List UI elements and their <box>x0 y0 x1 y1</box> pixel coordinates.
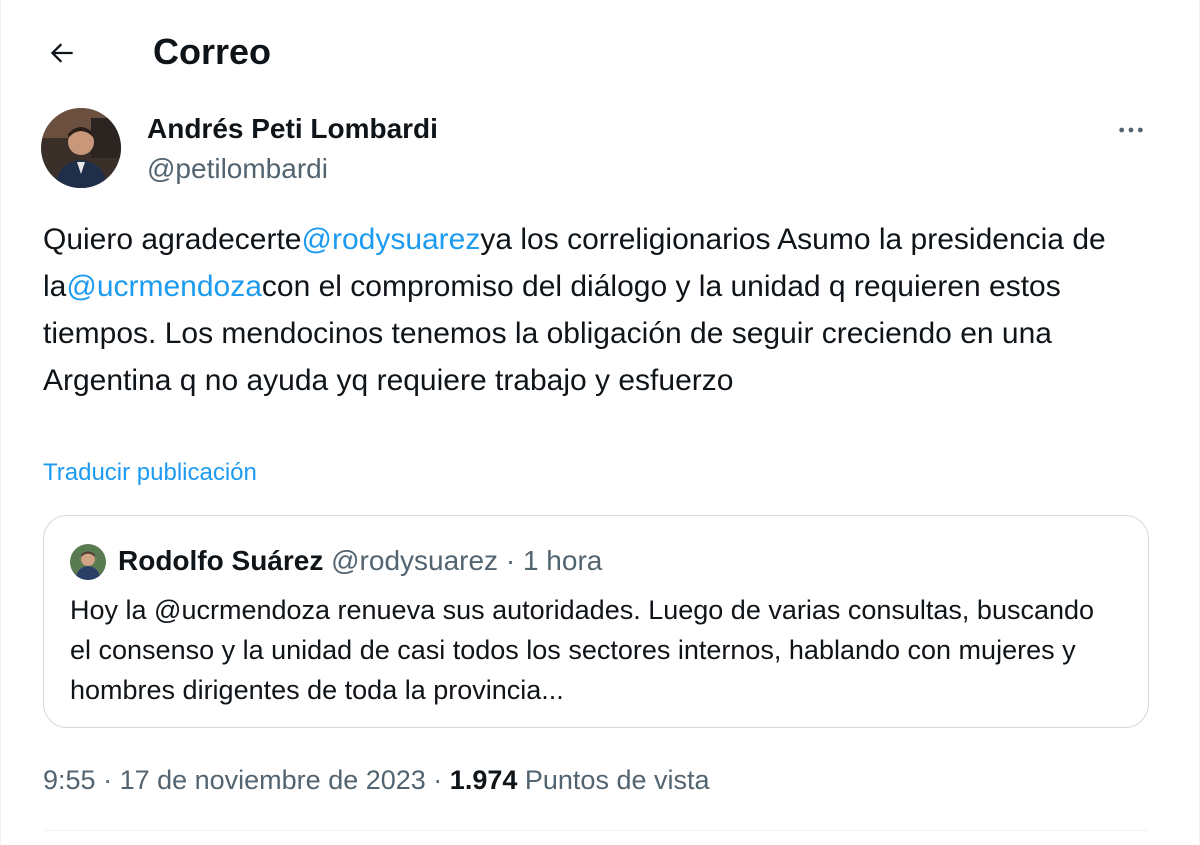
quoted-post-card[interactable]: Rodolfo Suárez @rodysuarez · 1 hora Hoy … <box>43 515 1149 728</box>
quote-header: Rodolfo Suárez @rodysuarez · 1 hora <box>118 542 602 580</box>
post-text: Quiero agradecerte@rodysuarezya los corr… <box>43 216 1163 404</box>
post-text-part: Quiero agradecerte <box>43 223 302 256</box>
mention-link-rodysuarez[interactable]: @rodysuarez <box>302 223 481 256</box>
post-time[interactable]: 9:55 <box>43 765 96 795</box>
quote-author-photo <box>70 544 106 580</box>
translate-post-link[interactable]: Traducir publicación <box>43 458 257 488</box>
author-name[interactable]: Andrés Peti Lombardi <box>147 112 438 146</box>
views-label: Puntos de vista <box>524 765 710 795</box>
post-detail-view: Correo Andrés Peti Lombardi @petilombard… <box>0 0 1200 845</box>
author-handle[interactable]: @petilombardi <box>147 152 328 186</box>
arrow-left-icon <box>50 43 73 63</box>
quote-author-name[interactable]: Rodolfo Suárez <box>118 545 323 576</box>
more-options-button[interactable] <box>1111 112 1151 148</box>
author-photo <box>41 108 121 188</box>
back-button[interactable] <box>41 32 83 74</box>
views-count: 1.974 <box>449 765 518 795</box>
post-metadata: 9:55 · 17 de noviembre de 2023 · 1.974 P… <box>43 765 710 795</box>
divider <box>43 830 1149 831</box>
author-avatar[interactable] <box>41 108 121 188</box>
quote-author-avatar[interactable] <box>70 544 106 580</box>
quote-author-handle[interactable]: @rodysuarez <box>331 545 498 576</box>
page-title: Correo <box>153 31 272 72</box>
quote-time[interactable]: 1 hora <box>523 545 602 576</box>
quote-separator: · <box>505 545 516 576</box>
more-horizontal-icon <box>1119 127 1143 133</box>
quote-text: Hoy la @ucrmendoza renueva sus autoridad… <box>70 595 1095 705</box>
post-date[interactable]: 17 de noviembre de 2023 <box>120 765 426 795</box>
mention-link-ucrmendoza[interactable]: @ucrmendoza <box>66 270 262 303</box>
page-header: Correo <box>1 0 1199 100</box>
